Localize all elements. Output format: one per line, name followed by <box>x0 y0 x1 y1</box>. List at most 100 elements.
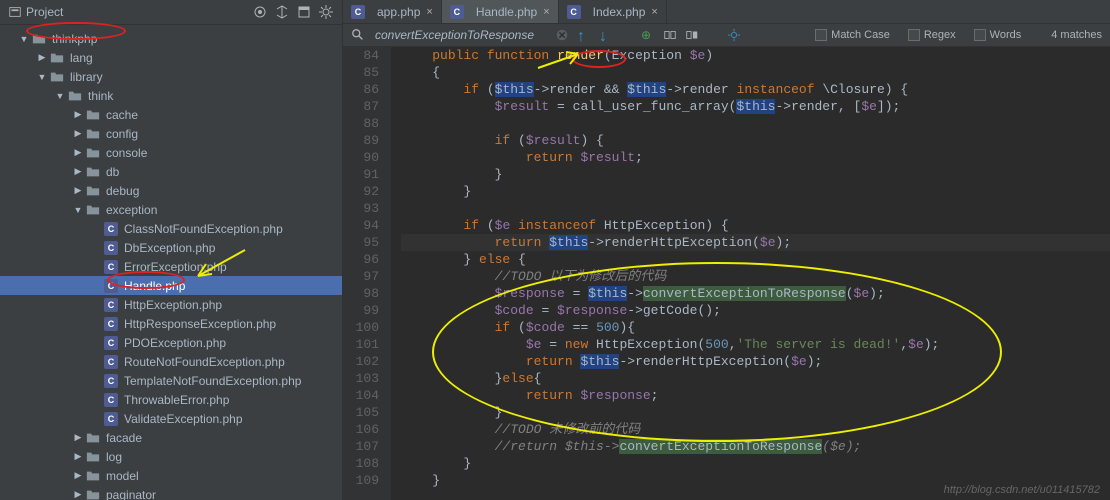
find-bar: convertExceptionToResponse ↑ ↓ ⊕ Match C… <box>343 24 1110 47</box>
line-gutter: 8485868788899091929394959697989910010110… <box>343 47 391 500</box>
tree-item-label: ClassNotFoundException.php <box>124 222 283 236</box>
search-icon <box>351 28 365 42</box>
project-icon <box>8 5 22 19</box>
folder-icon <box>50 51 64 65</box>
close-tab-icon[interactable]: × <box>543 6 549 18</box>
select-all-icon[interactable] <box>663 28 677 42</box>
tree-folder[interactable]: ▶lang <box>0 48 342 67</box>
chevron-down-icon[interactable]: ▼ <box>54 90 66 102</box>
words-checkbox[interactable]: Words <box>974 29 1022 41</box>
chevron-right-icon[interactable]: ▶ <box>72 489 84 500</box>
chevron-down-icon[interactable]: ▼ <box>72 204 84 216</box>
divide-icon[interactable] <box>274 4 290 20</box>
tree-folder[interactable]: ▼think <box>0 86 342 105</box>
tree-folder[interactable]: ▶ config <box>0 124 342 143</box>
tree-folder[interactable]: ▶ model <box>0 466 342 485</box>
php-file-icon: C <box>567 5 581 19</box>
tree-file[interactable]: CHttpException.php <box>0 295 342 314</box>
code-area[interactable]: public function render(Exception $e) { i… <box>391 47 1110 500</box>
editor-tab[interactable]: C Index.php × <box>559 0 667 23</box>
close-tab-icon[interactable]: × <box>426 6 432 18</box>
folder-icon <box>86 450 100 464</box>
add-selection-icon[interactable]: ⊕ <box>641 28 655 42</box>
tree-folder[interactable]: ▶ console <box>0 143 342 162</box>
tree-folder[interactable]: ▶ paginator <box>0 485 342 500</box>
tree-file[interactable]: CClassNotFoundException.php <box>0 219 342 238</box>
hide-icon[interactable] <box>296 4 312 20</box>
project-tree[interactable]: ▼thinkphp▶lang▼library▼think▶cache▶confi… <box>0 25 342 500</box>
tree-file[interactable]: CHandle.php <box>0 276 342 295</box>
folder-icon <box>86 127 100 141</box>
tree-item-label: facade <box>106 431 142 445</box>
php-file-icon: C <box>104 336 118 350</box>
chevron-down-icon[interactable]: ▼ <box>36 71 48 83</box>
project-title: Project <box>26 5 63 19</box>
regex-checkbox[interactable]: Regex <box>908 29 956 41</box>
tree-folder[interactable]: ▼ library <box>0 67 342 86</box>
tree-file[interactable]: C HttpResponseException.php <box>0 314 342 333</box>
tree-file[interactable]: CThrowableError.php <box>0 390 342 409</box>
collapse-icon[interactable] <box>252 4 268 20</box>
folder-icon <box>50 70 64 84</box>
close-tab-icon[interactable]: × <box>651 6 657 18</box>
code-editor[interactable]: 8485868788899091929394959697989910010110… <box>343 47 1110 500</box>
chevron-right-icon[interactable]: ▶ <box>72 470 84 482</box>
php-file-icon: C <box>104 374 118 388</box>
tree-file[interactable]: CErrorException.php <box>0 257 342 276</box>
chevron-right-icon[interactable]: ▶ <box>36 52 48 64</box>
tree-file[interactable]: CTemplateNotFoundException.php <box>0 371 342 390</box>
tree-item-label: Handle.php <box>124 279 185 293</box>
tree-item-label: model <box>106 469 139 483</box>
tree-item-label: debug <box>106 184 139 198</box>
editor-tab[interactable]: Capp.php× <box>343 0 442 23</box>
folder-icon <box>68 89 82 103</box>
close-search-icon[interactable] <box>555 28 569 42</box>
tree-folder[interactable]: ▶log <box>0 447 342 466</box>
tree-item-label: ValidateException.php <box>124 412 243 426</box>
folder-icon <box>32 32 46 46</box>
tree-item-label: ErrorException.php <box>124 260 227 274</box>
tab-label: Index.php <box>593 5 646 19</box>
chevron-right-icon[interactable]: ▶ <box>72 147 84 159</box>
folder-icon <box>86 184 100 198</box>
editor-tab[interactable]: CHandle.php× <box>442 0 559 23</box>
tree-item-label: paginator <box>106 488 156 500</box>
tree-folder[interactable]: ▶ facade <box>0 428 342 447</box>
folder-icon <box>86 108 100 122</box>
php-file-icon: C <box>104 355 118 369</box>
php-file-icon: C <box>104 393 118 407</box>
folder-icon <box>86 203 100 217</box>
filter-gear-icon[interactable] <box>727 28 741 42</box>
editor-tabs: Capp.php×CHandle.php×CIndex.php× <box>343 0 1110 24</box>
chevron-down-icon[interactable]: ▼ <box>18 33 30 45</box>
next-match-icon[interactable]: ↓ <box>599 28 613 42</box>
chevron-right-icon[interactable]: ▶ <box>72 185 84 197</box>
match-case-checkbox[interactable]: Match Case <box>815 29 890 41</box>
tree-file[interactable]: CDbException.php <box>0 238 342 257</box>
chevron-right-icon[interactable]: ▶ <box>72 128 84 140</box>
php-file-icon: C <box>450 5 464 19</box>
tree-item-label: HttpResponseException.php <box>124 317 276 331</box>
tree-folder[interactable]: ▶db <box>0 162 342 181</box>
tree-folder[interactable]: ▼ thinkphp <box>0 29 342 48</box>
tree-item-label: config <box>106 127 138 141</box>
tree-folder[interactable]: ▶ debug <box>0 181 342 200</box>
gear-icon[interactable] <box>318 4 334 20</box>
tree-folder[interactable]: ▼exception <box>0 200 342 219</box>
chevron-right-icon[interactable]: ▶ <box>72 432 84 444</box>
chevron-right-icon[interactable]: ▶ <box>72 166 84 178</box>
tree-item-label: HttpException.php <box>124 298 222 312</box>
search-input[interactable]: convertExceptionToResponse <box>375 28 545 42</box>
tree-file[interactable]: CValidateException.php <box>0 409 342 428</box>
tree-folder[interactable]: ▶cache <box>0 105 342 124</box>
tree-file[interactable]: CPDOException.php <box>0 333 342 352</box>
tree-item-label: console <box>106 146 147 160</box>
chevron-right-icon[interactable]: ▶ <box>72 109 84 121</box>
php-file-icon: C <box>104 317 118 331</box>
tree-file[interactable]: CRouteNotFoundException.php <box>0 352 342 371</box>
tree-item-label: thinkphp <box>52 32 97 46</box>
unselect-icon[interactable] <box>685 28 699 42</box>
prev-match-icon[interactable]: ↑ <box>577 28 591 42</box>
tree-item-label: library <box>70 70 103 84</box>
chevron-right-icon[interactable]: ▶ <box>72 451 84 463</box>
